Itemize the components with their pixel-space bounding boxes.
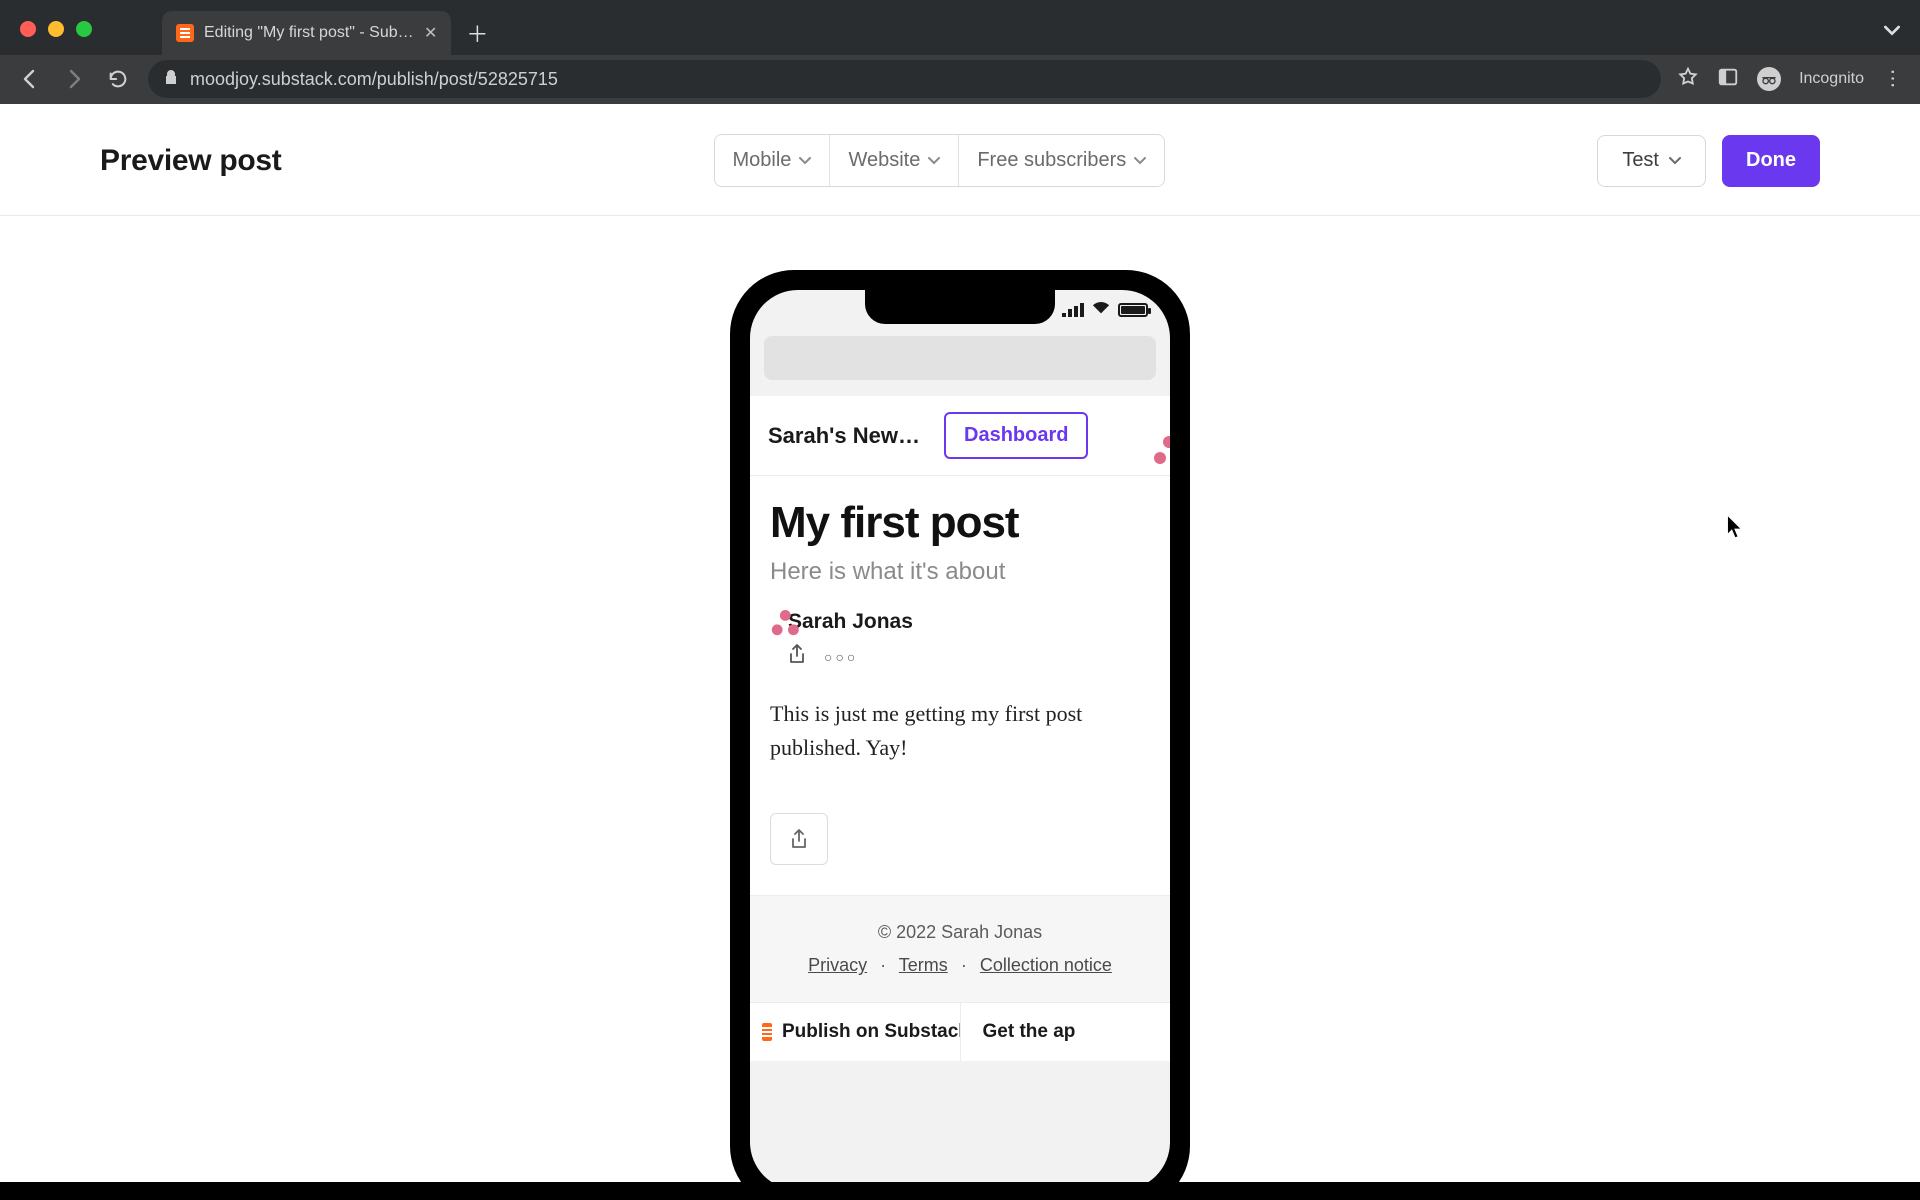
post-subtitle: Here is what it's about (770, 558, 1150, 586)
tab-strip: Editing "My first post" - Subst… ✕ ＋ (0, 0, 1920, 55)
profile-label: Incognito (1799, 70, 1864, 88)
post-footer: © 2022 Sarah Jonas Privacy · Terms · Col… (750, 895, 1170, 1002)
side-panel-icon[interactable] (1717, 66, 1739, 93)
segment-surface-label: Website (848, 149, 920, 172)
share-icon[interactable] (788, 644, 806, 669)
cta-publish-label: Publish on Substack (782, 1021, 961, 1043)
publication-header: Sarah's Newsl… Dashboard (750, 396, 1170, 476)
byline: Sarah Jonas ○○○ (770, 610, 1150, 669)
header-actions: Test Done (1597, 135, 1820, 187)
mouse-cursor-icon (1726, 514, 1744, 540)
url-text: moodjoy.substack.com/publish/post/528257… (190, 69, 558, 90)
post-content: My first post Here is what it's about Sa… (750, 476, 1170, 895)
preview-mode-segments: Mobile Website Free subscribers (714, 134, 1166, 187)
post-body: This is just me getting my first post pu… (770, 697, 1150, 765)
footer-link-privacy[interactable]: Privacy (808, 955, 867, 975)
phone-notch (865, 290, 1055, 324)
cta-row: Publish on Substack Get the ap (750, 1002, 1170, 1061)
address-bar-row: moodjoy.substack.com/publish/post/528257… (0, 55, 1920, 103)
cta-get-app-label: Get the ap (983, 1021, 1076, 1043)
battery-icon (1118, 303, 1148, 317)
test-button[interactable]: Test (1597, 135, 1706, 187)
tabs-overflow-icon[interactable] (1884, 24, 1900, 42)
lock-icon (164, 69, 178, 89)
tab-close-icon[interactable]: ✕ (424, 23, 437, 43)
separator: · (880, 955, 886, 975)
done-button[interactable]: Done (1722, 135, 1820, 187)
page: Preview post Mobile Website Free subscri… (0, 104, 1920, 1182)
back-button[interactable] (16, 65, 44, 93)
footer-links: Privacy · Terms · Collection notice (770, 955, 1150, 976)
substack-logo-icon (762, 1023, 772, 1041)
address-bar[interactable]: moodjoy.substack.com/publish/post/528257… (148, 60, 1661, 98)
cta-publish[interactable]: Publish on Substack (750, 1003, 961, 1061)
share-button[interactable] (770, 813, 828, 865)
segment-device-label: Mobile (733, 149, 792, 172)
footer-link-collection[interactable]: Collection notice (980, 955, 1112, 975)
wifi-icon (1092, 301, 1110, 320)
segment-device[interactable]: Mobile (715, 135, 831, 186)
phone-screen: Sarah's Newsl… Dashboard My first post H (750, 290, 1170, 1182)
cellular-signal-icon (1062, 303, 1084, 317)
byline-actions: ○○○ (788, 644, 913, 669)
dashboard-label: Dashboard (964, 424, 1068, 446)
window-close[interactable] (20, 21, 36, 37)
dashboard-button[interactable]: Dashboard (944, 412, 1088, 459)
incognito-avatar-icon[interactable] (1757, 67, 1781, 91)
tab-title: Editing "My first post" - Subst… (204, 24, 414, 42)
copyright-text: © 2022 Sarah Jonas (770, 922, 1150, 943)
substack-favicon-icon (176, 24, 194, 42)
browser-menu-icon[interactable]: ⋯ (1881, 68, 1906, 90)
more-options-icon[interactable]: ○○○ (824, 649, 858, 665)
chevron-down-icon (1669, 155, 1681, 167)
segment-audience[interactable]: Free subscribers (959, 135, 1164, 186)
preview-canvas: Sarah's Newsl… Dashboard My first post H (0, 234, 1920, 1182)
window-controls (20, 21, 92, 37)
test-label: Test (1622, 149, 1659, 172)
separator: · (961, 955, 967, 975)
post-title: My first post (770, 498, 1150, 548)
browser-chrome: Editing "My first post" - Subst… ✕ ＋ moo… (0, 0, 1920, 104)
browser-tab[interactable]: Editing "My first post" - Subst… ✕ (162, 11, 451, 55)
chevron-down-icon (799, 155, 811, 167)
window-zoom[interactable] (76, 21, 92, 37)
forward-button[interactable] (60, 65, 88, 93)
letterbox (0, 1182, 1920, 1200)
chevron-down-icon (1134, 155, 1146, 167)
chevron-down-icon (928, 155, 940, 167)
reload-button[interactable] (104, 65, 132, 93)
search-placeholder-bar[interactable] (764, 336, 1156, 380)
phone-frame: Sarah's Newsl… Dashboard My first post H (730, 270, 1190, 1182)
segment-surface[interactable]: Website (830, 135, 959, 186)
publication-name: Sarah's Newsl… (768, 423, 928, 449)
new-tab-button[interactable]: ＋ (459, 15, 495, 51)
footer-link-terms[interactable]: Terms (899, 955, 948, 975)
window-minimize[interactable] (48, 21, 64, 37)
author-name: Sarah Jonas (788, 610, 913, 634)
cta-get-app[interactable]: Get the ap (961, 1003, 1171, 1061)
toolbar-right: Incognito ⋯ (1677, 66, 1904, 93)
segment-audience-label: Free subscribers (977, 149, 1126, 172)
page-title: Preview post (100, 144, 281, 178)
page-header: Preview post Mobile Website Free subscri… (0, 104, 1920, 216)
done-label: Done (1746, 149, 1796, 172)
bookmark-star-icon[interactable] (1677, 66, 1699, 93)
